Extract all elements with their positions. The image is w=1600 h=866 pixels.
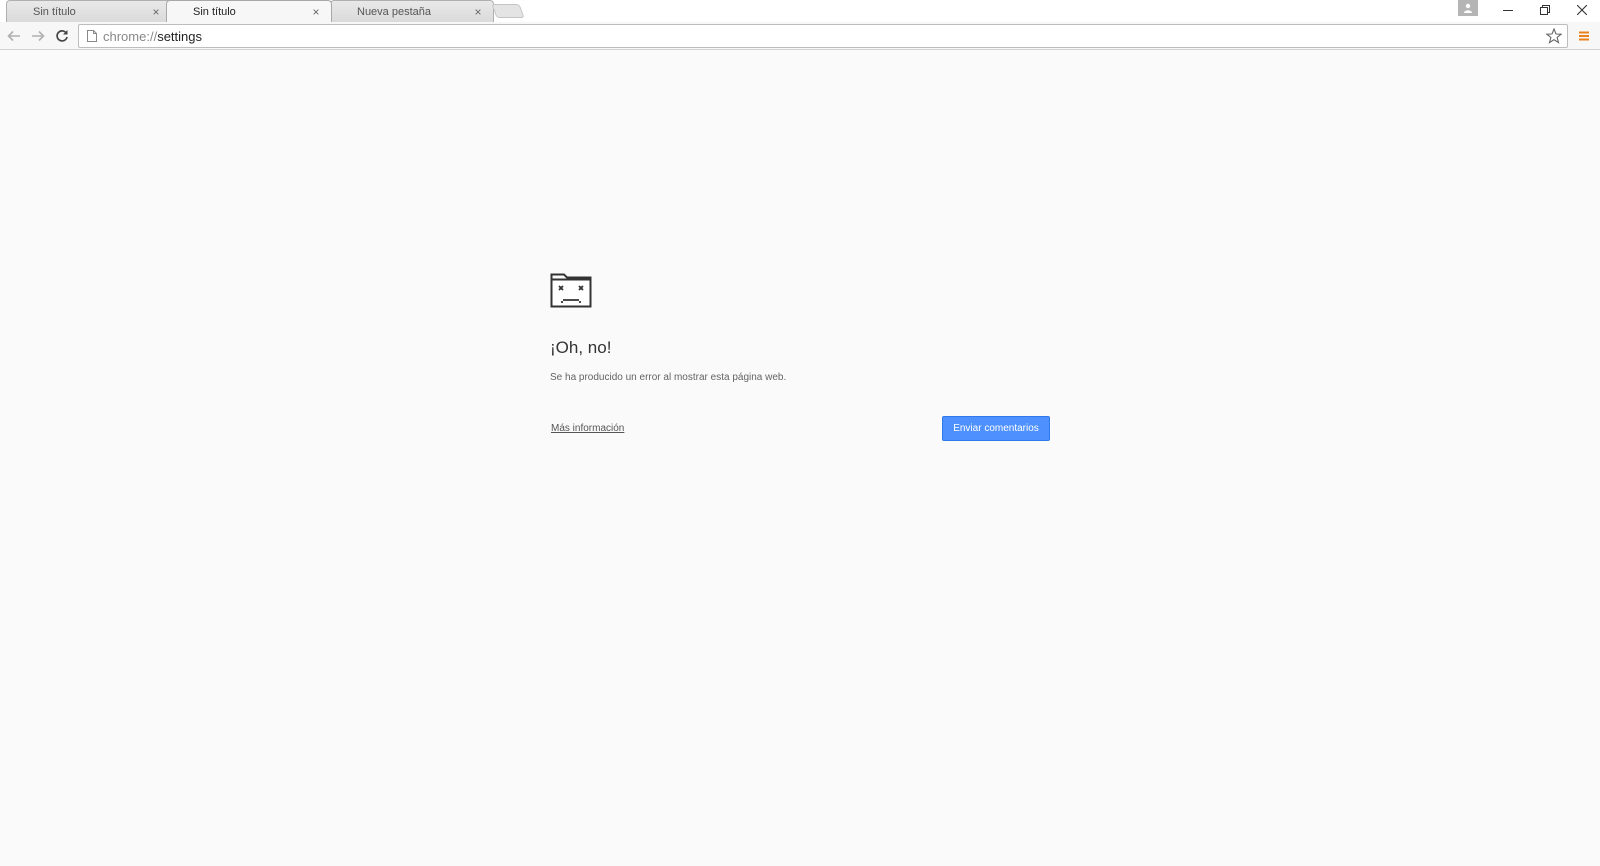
chrome-menu-button[interactable] xyxy=(1574,26,1594,46)
arrow-left-icon xyxy=(7,30,20,42)
url-scheme: chrome:// xyxy=(103,28,158,44)
star-icon xyxy=(1546,28,1562,44)
browser-toolbar: chrome://settings xyxy=(0,22,1600,50)
page-icon xyxy=(81,30,103,42)
minimize-icon xyxy=(1502,10,1513,11)
tab[interactable]: Sin título × xyxy=(6,0,172,22)
restore-button[interactable] xyxy=(1526,0,1563,20)
omnibox[interactable]: chrome://settings xyxy=(78,24,1568,48)
error-panel: ¡Oh, no! Se ha producido un error al mos… xyxy=(550,272,1050,442)
profile-button[interactable] xyxy=(1458,0,1478,16)
tab-strip: Sin título × Nueva pestaña × Sin título … xyxy=(0,0,1600,22)
tab-title: Sin título xyxy=(193,5,236,18)
close-window-button[interactable] xyxy=(1563,0,1600,20)
back-button[interactable] xyxy=(4,26,24,46)
window-controls xyxy=(1489,0,1600,20)
page-content: ¡Oh, no! Se ha producido un error al mos… xyxy=(0,50,1600,866)
forward-button[interactable] xyxy=(28,26,48,46)
error-title: ¡Oh, no! xyxy=(550,338,612,357)
arrow-right-icon xyxy=(32,30,45,42)
url-text: chrome://settings xyxy=(103,29,202,44)
person-icon xyxy=(1464,3,1472,13)
sad-tab-icon xyxy=(550,273,592,308)
reload-icon xyxy=(56,30,68,42)
tab-title: Nueva pestaña xyxy=(357,5,431,18)
tab-close-icon[interactable]: × xyxy=(309,5,323,19)
hamburger-menu-icon xyxy=(1579,31,1589,41)
minimize-button[interactable] xyxy=(1489,0,1526,20)
send-feedback-button[interactable]: Enviar comentarios xyxy=(942,416,1050,441)
more-info-link[interactable]: Más información xyxy=(551,423,624,434)
error-description: Se ha producido un error al mostrar esta… xyxy=(550,372,787,383)
tab-active[interactable]: Sin título × xyxy=(166,0,332,22)
tab-title: Sin título xyxy=(33,5,76,18)
error-actions: Más información Enviar comentarios xyxy=(550,416,1050,442)
reload-button[interactable] xyxy=(52,26,72,46)
restore-icon xyxy=(1539,5,1550,15)
url-path: settings xyxy=(157,28,202,44)
tab[interactable]: Nueva pestaña × xyxy=(330,0,494,22)
tab-close-icon[interactable]: × xyxy=(149,5,163,19)
close-icon xyxy=(1576,5,1587,15)
new-tab-button[interactable] xyxy=(491,4,525,18)
bookmark-button[interactable] xyxy=(1545,27,1563,45)
tab-close-icon[interactable]: × xyxy=(471,5,485,19)
